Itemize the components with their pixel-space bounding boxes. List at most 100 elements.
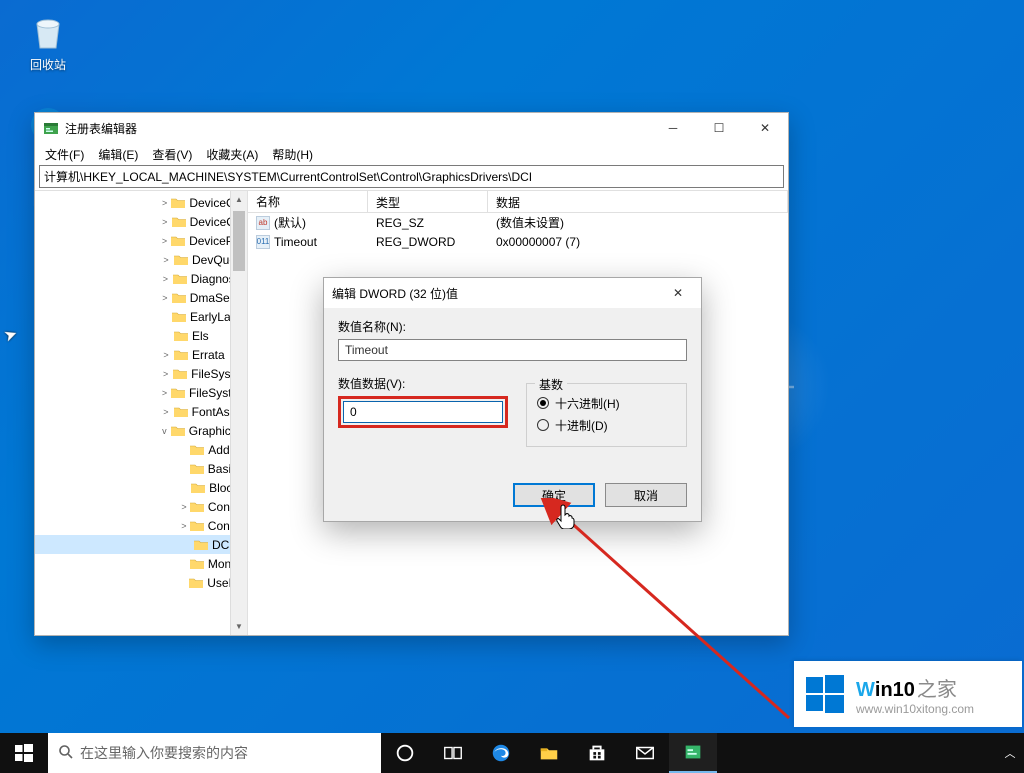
search-icon (58, 744, 74, 763)
folder-icon (172, 367, 188, 381)
tree-item[interactable]: > Errata (35, 345, 247, 364)
tree-item[interactable]: MonitorDa (35, 554, 247, 573)
cortana-button[interactable] (381, 733, 429, 773)
folder-icon (173, 348, 189, 362)
tree-item[interactable]: >DeviceContai (35, 193, 247, 212)
regedit-title: 注册表编辑器 (65, 120, 650, 137)
tree-scrollbar[interactable]: ▲ ▼ (230, 191, 247, 635)
tree-item[interactable]: >Configurat (35, 497, 247, 516)
tree-item[interactable]: >DeviceOverri (35, 212, 247, 231)
folder-icon (170, 424, 186, 438)
tree-item[interactable]: EarlyLaunch (35, 307, 247, 326)
expand-icon[interactable]: > (159, 198, 170, 208)
menubar: 文件(F) 编辑(E) 查看(V) 收藏夹(A) 帮助(H) (35, 143, 788, 165)
folder-icon (173, 405, 189, 419)
regedit-titlebar[interactable]: 注册表编辑器 ─ ☐ ✕ (35, 113, 788, 143)
expand-icon[interactable]: > (159, 255, 173, 265)
tree-item[interactable]: DCI (35, 535, 247, 554)
ok-button[interactable]: 确定 (513, 483, 595, 507)
scroll-down-icon[interactable]: ▼ (231, 618, 247, 635)
radix-hex[interactable]: 十六进制(H) (537, 392, 676, 414)
expand-icon[interactable]: > (179, 521, 189, 531)
radix-group: 基数 十六进制(H) 十进制(D) (526, 383, 687, 447)
close-button[interactable]: ✕ (742, 113, 788, 143)
expand-icon[interactable]: v (159, 426, 170, 436)
value-data: 0x00000007 (7) (488, 235, 788, 249)
value-name: (默认) (274, 214, 306, 231)
tree-item[interactable]: >DevicePanels (35, 231, 247, 250)
tree-item-label: Errata (192, 348, 225, 362)
col-data[interactable]: 数据 (488, 191, 788, 212)
col-name[interactable]: 名称 (248, 191, 368, 212)
expand-icon[interactable]: > (159, 350, 173, 360)
tree-item[interactable]: >FileSystemUti (35, 383, 247, 402)
tree-item[interactable]: >Diagnostics (35, 269, 247, 288)
folder-icon (189, 462, 205, 476)
dialog-close-button[interactable]: ✕ (655, 278, 701, 308)
tree-item[interactable]: BasicDispl (35, 459, 247, 478)
edge-taskbar-button[interactable] (477, 733, 525, 773)
tree-item[interactable]: >FontAssoc (35, 402, 247, 421)
maximize-button[interactable]: ☐ (696, 113, 742, 143)
scroll-thumb[interactable] (233, 211, 245, 271)
start-button[interactable] (0, 733, 48, 773)
expand-icon[interactable]: > (159, 236, 170, 246)
tree-item[interactable]: vGraphicsDrive (35, 421, 247, 440)
explorer-button[interactable] (525, 733, 573, 773)
menu-file[interactable]: 文件(F) (39, 144, 90, 165)
regedit-taskbar-button[interactable] (669, 733, 717, 773)
expand-icon[interactable]: > (159, 407, 173, 417)
list-header: 名称 类型 数据 (248, 191, 788, 213)
data-label: 数值数据(V): (338, 375, 508, 392)
expand-icon[interactable]: > (159, 388, 170, 398)
folder-icon (171, 215, 187, 229)
value-type: REG_DWORD (368, 235, 488, 249)
tree-item[interactable]: Els (35, 326, 247, 345)
tree-item[interactable]: >FileSystem (35, 364, 247, 383)
col-type[interactable]: 类型 (368, 191, 488, 212)
folder-icon (172, 272, 188, 286)
radix-dec[interactable]: 十进制(D) (537, 414, 676, 436)
address-bar[interactable]: 计算机\HKEY_LOCAL_MACHINE\SYSTEM\CurrentCon… (39, 165, 784, 188)
tree-item[interactable]: >Connectivi (35, 516, 247, 535)
value-row[interactable]: 011TimeoutREG_DWORD0x00000007 (7) (248, 232, 788, 251)
name-field[interactable] (338, 339, 687, 361)
dialog-title: 编辑 DWORD (32 位)值 (332, 285, 655, 302)
value-row[interactable]: ab(默认)REG_SZ(数值未设置) (248, 213, 788, 232)
scroll-up-icon[interactable]: ▲ (231, 191, 247, 208)
cancel-button[interactable]: 取消 (605, 483, 687, 507)
taskbar-search[interactable]: 在这里输入你要搜索的内容 (48, 733, 381, 773)
recycle-bin-icon[interactable]: 回收站 (12, 10, 84, 73)
tree-item[interactable]: BlockList (35, 478, 247, 497)
expand-icon[interactable]: > (159, 293, 171, 303)
radix-hex-label: 十六进制(H) (555, 395, 620, 412)
trash-icon (26, 10, 70, 54)
taskview-button[interactable] (429, 733, 477, 773)
tray-overflow-button[interactable]: ︿ (996, 745, 1024, 761)
mail-button[interactable] (621, 733, 669, 773)
folder-icon (171, 291, 187, 305)
tree-item[interactable]: >DevQuery (35, 250, 247, 269)
expand-icon[interactable]: > (159, 274, 172, 284)
data-field[interactable] (343, 401, 503, 423)
system-tray: ︿ (996, 733, 1024, 773)
folder-icon (171, 310, 187, 324)
tree-item[interactable]: >DmaSecurity (35, 288, 247, 307)
menu-edit[interactable]: 编辑(E) (92, 144, 144, 165)
expand-icon[interactable]: > (159, 217, 171, 227)
dialog-titlebar[interactable]: 编辑 DWORD (32 位)值 ✕ (324, 278, 701, 308)
cursor-icon: ➤ (1, 323, 20, 346)
recycle-bin-label: 回收站 (30, 56, 66, 73)
menu-help[interactable]: 帮助(H) (266, 144, 319, 165)
expand-icon[interactable]: > (159, 369, 172, 379)
expand-icon[interactable]: > (179, 502, 189, 512)
tree-item[interactable]: Additional (35, 440, 247, 459)
windows-logo-icon (804, 673, 846, 715)
tree-item[interactable]: UseNewKe (35, 573, 247, 592)
menu-fav[interactable]: 收藏夹(A) (200, 144, 264, 165)
folder-icon (189, 519, 205, 533)
minimize-button[interactable]: ─ (650, 113, 696, 143)
edit-dword-dialog: 编辑 DWORD (32 位)值 ✕ 数值名称(N): 数值数据(V): 基数 … (323, 277, 702, 522)
store-button[interactable] (573, 733, 621, 773)
menu-view[interactable]: 查看(V) (146, 144, 198, 165)
